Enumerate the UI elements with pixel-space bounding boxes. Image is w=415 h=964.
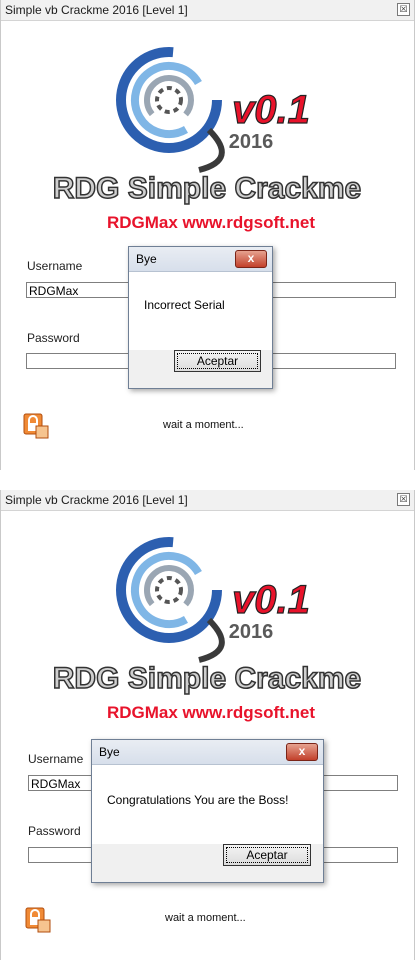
username-label: Username: [28, 752, 84, 766]
logo-version: v0.1: [232, 578, 310, 622]
rdg-logo: v0.1 2016 RDG Simple Crackme RDGMax www.…: [52, 47, 362, 232]
username-label: Username: [27, 259, 83, 273]
lock-icon[interactable]: [23, 413, 49, 439]
window-titlebar: Simple vb Crackme 2016 [Level 1] ☒: [1, 0, 414, 21]
bye-dialog: Bye x Congratulations You are the Boss! …: [91, 739, 324, 883]
dialog-close-icon[interactable]: x: [235, 250, 267, 268]
crackme-window-1: Simple vb Crackme 2016 [Level 1] ☒ v0.1 …: [0, 0, 415, 470]
dialog-close-icon[interactable]: x: [286, 743, 318, 761]
logo-year: 2016: [229, 131, 274, 153]
dialog-titlebar: Bye x: [129, 247, 272, 272]
window-titlebar: Simple vb Crackme 2016 [Level 1] ☒: [1, 490, 414, 511]
dialog-titlebar: Bye x: [92, 740, 323, 765]
dialog-title: Bye: [99, 745, 120, 759]
window-close-icon[interactable]: ☒: [397, 3, 410, 16]
crackme-window-2: Simple vb Crackme 2016 [Level 1] ☒ v0.1 …: [0, 490, 415, 960]
logo-title: RDG Simple Crackme: [53, 172, 361, 205]
accept-button[interactable]: Aceptar: [174, 350, 261, 372]
logo-version: v0.1: [232, 88, 310, 132]
accept-button[interactable]: Aceptar: [223, 844, 311, 866]
status-text: wait a moment...: [165, 912, 246, 924]
dialog-body: Incorrect Serial: [129, 272, 272, 350]
window-title: Simple vb Crackme 2016 [Level 1]: [5, 3, 188, 17]
rdg-logo: v0.1 2016 RDG Simple Crackme RDGMax www.…: [52, 537, 362, 722]
dialog-message: Incorrect Serial: [144, 298, 225, 312]
window-close-icon[interactable]: ☒: [397, 493, 410, 506]
password-label: Password: [28, 824, 81, 838]
lock-icon[interactable]: [25, 907, 51, 933]
dialog-message: Congratulations You are the Boss!: [107, 793, 289, 807]
spiral-icon: [116, 47, 225, 173]
status-text: wait a moment...: [163, 419, 244, 431]
bye-dialog: Bye x Incorrect Serial Aceptar: [128, 246, 273, 389]
dialog-body: Congratulations You are the Boss!: [92, 765, 323, 844]
password-label: Password: [27, 331, 80, 345]
logo-title: RDG Simple Crackme: [53, 662, 361, 695]
logo-subtitle: RDGMax www.rdgsoft.net: [107, 703, 315, 722]
window-title: Simple vb Crackme 2016 [Level 1]: [5, 493, 188, 507]
spiral-icon: [116, 537, 225, 663]
logo-year: 2016: [229, 621, 274, 643]
dialog-title: Bye: [136, 252, 157, 266]
logo-subtitle: RDGMax www.rdgsoft.net: [107, 213, 315, 232]
